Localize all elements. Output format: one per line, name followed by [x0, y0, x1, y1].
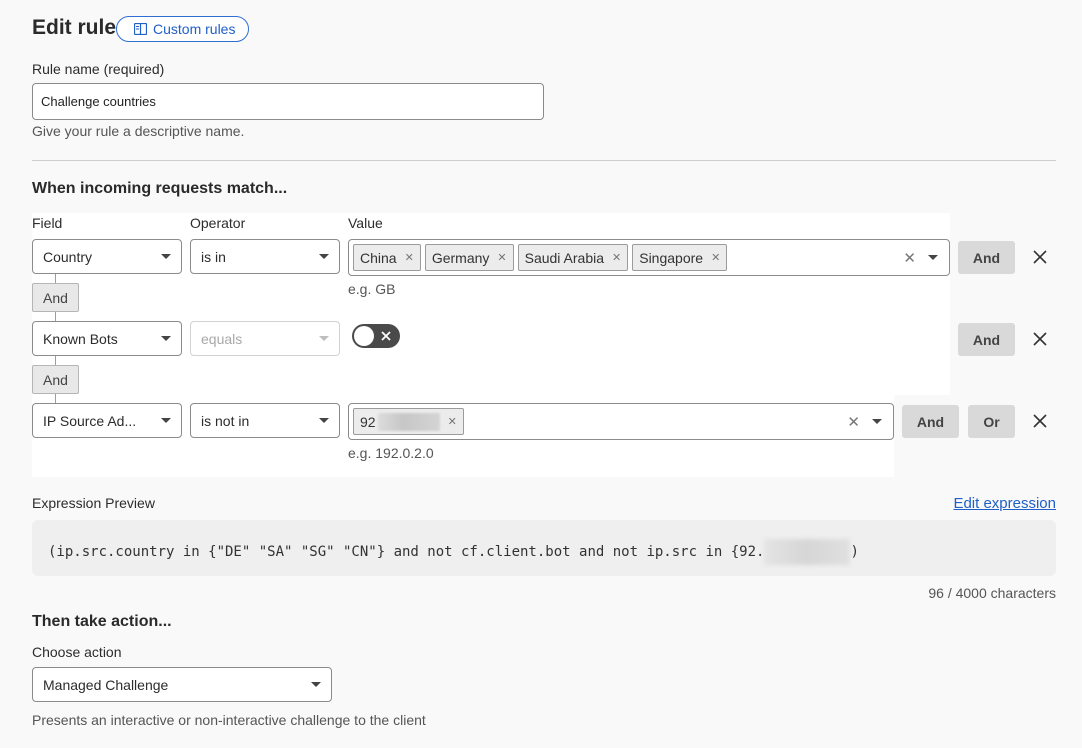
- action-select-value: Managed Challenge: [43, 676, 169, 693]
- tag-remove-icon[interactable]: ✕: [497, 251, 506, 264]
- field-select-known-bots[interactable]: Known Bots: [32, 321, 182, 356]
- tag-germany: Germany ✕: [424, 244, 514, 271]
- and-button-row-2[interactable]: And: [958, 323, 1015, 356]
- redacted-region: [764, 539, 851, 565]
- page-title: Edit rule: [32, 16, 117, 39]
- connector-line: [55, 274, 56, 283]
- join-and-button-1[interactable]: And: [32, 283, 79, 312]
- chevron-down-icon: [161, 254, 171, 259]
- join-and-button-2[interactable]: And: [32, 365, 79, 394]
- tag-singapore: Singapore ✕: [632, 244, 728, 271]
- connector-line: [55, 312, 56, 321]
- expression-code: (ip.src.country in {"DE" "SA" "SG" "CN"}…: [48, 544, 765, 560]
- connector-line: [55, 394, 56, 403]
- tag-remove-icon[interactable]: ✕: [448, 415, 457, 428]
- tag-ip-address: 92 ✕: [353, 408, 464, 435]
- tag-saudi-arabia: Saudi Arabia ✕: [517, 244, 629, 271]
- tag-china: China ✕: [353, 244, 421, 271]
- or-button-row-3[interactable]: Or: [968, 405, 1015, 438]
- operator-select-is-in[interactable]: is in: [190, 239, 340, 274]
- tag-label: China: [360, 249, 397, 266]
- character-count: 96 / 4000 characters: [928, 585, 1056, 601]
- chevron-down-icon[interactable]: [872, 419, 882, 424]
- chevron-down-icon[interactable]: [928, 255, 938, 260]
- known-bots-toggle[interactable]: [352, 324, 400, 348]
- chevron-down-icon: [319, 336, 329, 341]
- action-select[interactable]: Managed Challenge: [32, 667, 332, 702]
- field-select-value: IP Source Ad...: [43, 412, 137, 429]
- expression-preview-box: (ip.src.country in {"DE" "SA" "SG" "CN"}…: [32, 520, 1056, 576]
- redacted-region: [377, 412, 440, 431]
- operator-select-value: is in: [201, 248, 226, 265]
- chevron-down-icon: [161, 418, 171, 423]
- action-heading: Then take action...: [32, 613, 172, 630]
- remove-row-icon[interactable]: [1031, 330, 1049, 348]
- field-column-header: Field: [32, 215, 63, 231]
- tag-label: Saudi Arabia: [524, 249, 605, 266]
- clear-icon[interactable]: ✕: [903, 249, 916, 267]
- field-select-ip-source[interactable]: IP Source Ad...: [32, 403, 182, 438]
- field-select-value: Known Bots: [43, 330, 118, 347]
- expression-text: (ip.src.country in {"DE" "SA" "SG" "CN"}…: [48, 539, 859, 565]
- choose-action-label: Choose action: [32, 644, 122, 660]
- value-column-header: Value: [348, 215, 383, 231]
- chevron-down-icon: [161, 336, 171, 341]
- remove-row-icon[interactable]: [1031, 412, 1049, 430]
- chevron-down-icon: [319, 254, 329, 259]
- chevron-down-icon: [319, 418, 329, 423]
- divider: [32, 160, 1056, 161]
- connector-line: [55, 356, 56, 365]
- ip-example: e.g. 192.0.2.0: [348, 445, 434, 461]
- clear-icon[interactable]: ✕: [847, 413, 860, 431]
- country-multiselect[interactable]: China ✕ Germany ✕ Saudi Arabia ✕ Singapo…: [348, 239, 950, 276]
- and-button-row-1[interactable]: And: [958, 241, 1015, 274]
- close-icon: [381, 331, 391, 341]
- tag-label: 92: [360, 413, 376, 430]
- tag-remove-icon[interactable]: ✕: [405, 251, 414, 264]
- toggle-knob: [354, 326, 374, 346]
- action-help: Presents an interactive or non-interacti…: [32, 712, 426, 728]
- ip-multiselect[interactable]: 92 ✕ ✕: [348, 403, 894, 440]
- operator-column-header: Operator: [190, 215, 246, 231]
- field-select-value: Country: [43, 248, 93, 265]
- operator-select-value: is not in: [201, 412, 250, 429]
- and-button-row-3[interactable]: And: [902, 405, 959, 438]
- field-select-country[interactable]: Country: [32, 239, 182, 274]
- tag-label: Singapore: [639, 249, 704, 266]
- rule-name-label: Rule name (required): [32, 61, 165, 77]
- book-icon: [134, 23, 147, 35]
- remove-row-icon[interactable]: [1031, 248, 1049, 266]
- country-example: e.g. GB: [348, 281, 396, 297]
- rule-name-input[interactable]: [32, 83, 544, 120]
- rule-name-help: Give your rule a descriptive name.: [32, 123, 245, 139]
- expression-preview-label: Expression Preview: [32, 495, 155, 511]
- custom-rules-link[interactable]: Custom rules: [116, 16, 249, 42]
- tag-remove-icon[interactable]: ✕: [612, 251, 621, 264]
- tag-remove-icon[interactable]: ✕: [711, 251, 720, 264]
- match-heading: When incoming requests match...: [32, 180, 288, 197]
- chevron-down-icon: [311, 682, 321, 687]
- expression-code-end: ): [850, 544, 859, 560]
- operator-select-value: equals: [201, 330, 243, 347]
- custom-rules-label: Custom rules: [153, 21, 236, 37]
- operator-select-equals: equals: [190, 321, 340, 356]
- tag-label: Germany: [431, 249, 490, 266]
- edit-expression-link[interactable]: Edit expression: [953, 495, 1056, 512]
- operator-select-is-not-in[interactable]: is not in: [190, 403, 340, 438]
